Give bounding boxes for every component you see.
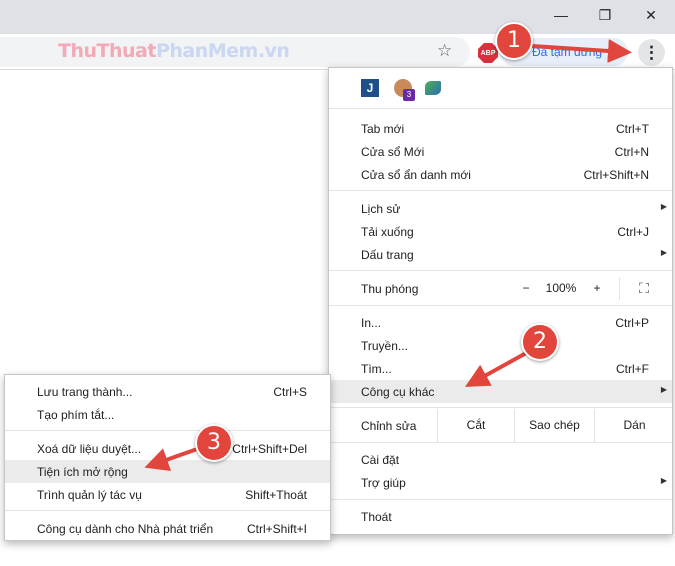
arrow-step3 — [144, 446, 202, 471]
annotation-arrows — [144, 38, 632, 471]
arrow-step2 — [465, 350, 530, 387]
step1-badge: 1 — [495, 22, 533, 60]
step2-badge: 2 — [521, 323, 559, 361]
step3-badge: 3 — [195, 424, 233, 462]
arrow-step1 — [530, 38, 632, 63]
